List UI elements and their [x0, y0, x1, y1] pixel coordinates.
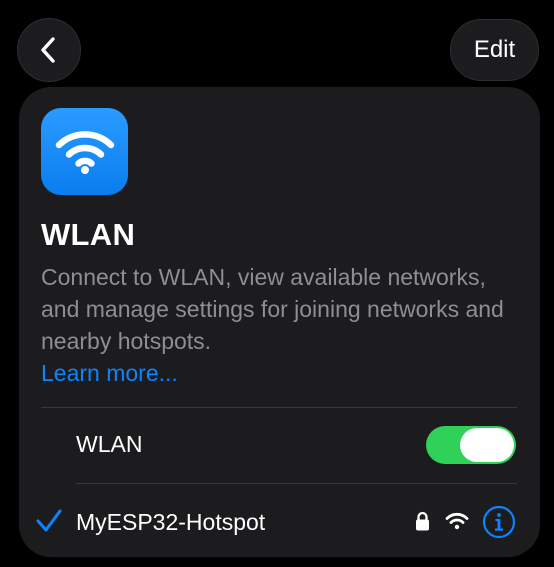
wlan-app-icon: [41, 108, 128, 195]
wlan-toggle[interactable]: [426, 426, 516, 464]
info-icon[interactable]: [482, 505, 516, 539]
wifi-signal-icon: [445, 512, 469, 530]
connected-network-row[interactable]: MyESP32-Hotspot: [19, 487, 540, 557]
wlan-settings-card: WLAN Connect to WLAN, view available net…: [19, 87, 540, 557]
back-button[interactable]: [17, 18, 81, 82]
toggle-knob: [460, 428, 514, 462]
wlan-description: Connect to WLAN, view available networks…: [41, 264, 504, 354]
lock-icon: [416, 511, 429, 531]
wifi-icon: [55, 130, 114, 174]
network-name: MyESP32-Hotspot: [76, 509, 266, 535]
page-title: WLAN: [41, 217, 136, 252]
wlan-toggle-label: WLAN: [76, 431, 143, 457]
chevron-left-icon: [41, 37, 55, 63]
divider: [41, 407, 517, 408]
checkmark-icon: [36, 509, 62, 532]
edit-button[interactable]: Edit: [450, 19, 539, 81]
divider: [76, 483, 517, 484]
learn-more-link[interactable]: Learn more...: [41, 357, 178, 389]
